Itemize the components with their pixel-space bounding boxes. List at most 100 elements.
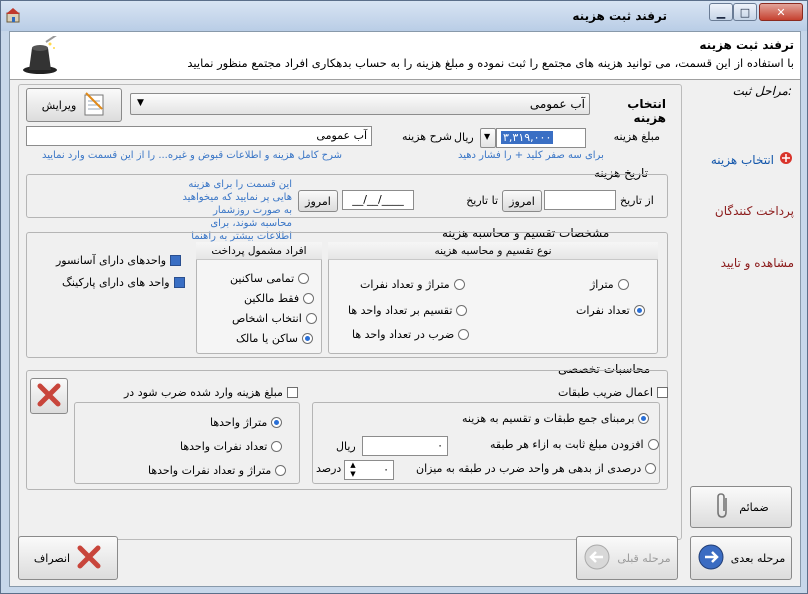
checkbox[interactable] [173,277,185,288]
option-label: درصدی از بدهی هر واحد ضرب در طبقه به میز… [416,462,642,475]
previous-step-button[interactable]: مرحله قبلی [576,536,678,580]
persons-option[interactable]: ساکن یا مالک [236,332,314,345]
next-step-button[interactable]: مرحله بعدی [690,536,792,580]
radio-button[interactable] [458,329,470,340]
step-payers[interactable]: پرداخت کنندگان [715,204,794,218]
radio-button[interactable] [617,279,629,290]
fixed-amount-value: ۰ [437,439,443,452]
attachments-button[interactable]: ضمائم [690,486,792,528]
today-label: امروز [305,194,331,208]
option-label: مبلغ هزینه وارد شده ضرب شود در [124,386,283,399]
floor-option[interactable]: درصدی از بدهی هر واحد ضرب در طبقه به میز… [416,462,657,475]
arrow-right-icon [697,543,725,574]
description-label: شرح هزینه [401,130,452,143]
wizard-client: ترفند ثبت هزینه با استفاده از این قسمت، … [9,31,801,587]
radio-button[interactable] [647,439,659,450]
description-hint: شرح کامل هزینه و اطلاعات قبوض و غیره... … [42,150,342,161]
amount-field[interactable]: ۳,۳۱۹,۰۰۰ [496,128,586,148]
radio-button[interactable] [638,413,650,424]
radio-button[interactable] [453,279,465,290]
radio-button[interactable] [456,305,468,316]
option-label: ساکن یا مالک [236,332,299,345]
date-to-label: تا تاریخ [466,194,498,207]
radio-button[interactable] [271,417,283,428]
edit-label: ویرایش [41,98,77,112]
persons-option[interactable]: تمامی ساکنین [230,272,310,285]
percent-spinner[interactable]: ▲ ▼ [348,461,358,479]
checkbox[interactable] [656,387,668,398]
radio-button[interactable] [275,465,287,476]
option-label: تعداد نفرات [576,304,630,317]
date-to-field[interactable]: __/__/____ [342,190,414,210]
cancel-button[interactable]: انصراف [18,536,118,580]
wizard-step-icon [778,150,794,169]
previous-step-label: مرحله قبلی [617,551,671,565]
floor-coef-check[interactable]: اعمال ضریب طبقات [558,386,668,399]
today-button[interactable]: امروز [298,190,338,212]
delete-button[interactable] [30,378,68,414]
multiply-option[interactable]: تعداد نفرات واحدها [180,440,283,453]
minimize-button[interactable]: ▁ [709,3,733,21]
maximize-button[interactable]: □ [733,3,757,21]
date-from-field[interactable] [544,190,616,210]
amount-currency: ریال [454,131,474,144]
expense-select[interactable]: آب عمومی ▼ [130,93,590,115]
amount-label: مبلغ هزینه [613,130,660,143]
persons-option[interactable]: فقط مالکین [244,292,315,305]
calc-type-option[interactable]: ضرب در تعداد واحد ها [352,328,470,341]
radio-button[interactable] [302,333,314,344]
radio-button[interactable] [298,273,310,284]
radio-button[interactable] [271,441,283,452]
step-select-expense[interactable]: انتخاب هزینه [711,150,794,169]
checkbox[interactable] [170,255,182,266]
steps-title: مراحل ثبت: [732,84,793,98]
window-title: ترفند ثبت هزینه [572,9,667,23]
option-label: متراژ و تعداد نفرات واحدها [148,464,272,477]
red-x-icon [36,382,62,411]
spin-down-icon[interactable]: ▼ [348,470,358,479]
parking-units-check[interactable]: واحد های دارای پارکینگ [62,276,185,289]
select-expense-label: انتخاب هزینه [627,97,666,125]
close-button[interactable]: ✕ [759,3,803,21]
calc-type-option[interactable]: متراژ [590,278,629,291]
calc-type-option[interactable]: تقسیم بر تعداد واحد ها [348,304,468,317]
description-field[interactable]: آب عمومی [26,126,372,146]
option-label: واحدهای دارای آسانسور [56,254,167,267]
option-label: افزودن مبلغ ثابت به ازاء هر طبقه [490,438,644,451]
amount-dropdown[interactable]: ▼ [480,128,496,148]
option-label: برمبنای جمع طبقات و تقسیم به هزینه [462,412,635,425]
checkbox[interactable] [286,387,298,398]
calc-type-option[interactable]: تعداد نفرات [576,304,645,317]
amount-value: ۳,۳۱۹,۰۰۰ [501,131,554,144]
option-label: متراژ [590,278,614,291]
percent-unit: درصد [316,462,342,475]
expense-select-value: آب عمومی [529,97,585,111]
radio-button[interactable] [645,463,657,474]
spin-up-icon[interactable]: ▲ [348,461,358,470]
floor-option[interactable]: برمبنای جمع طبقات و تقسیم به هزینه [462,412,650,425]
calc-type-option[interactable]: متراژ و تعداد نفرات [360,278,465,291]
attachments-label: ضمائم [739,500,769,514]
red-x-icon [76,544,102,573]
floor-option[interactable]: افزودن مبلغ ثابت به ازاء هر طبقه [490,438,659,451]
description-value: آب عمومی [316,129,367,142]
option-label: ضرب در تعداد واحد ها [352,328,455,341]
multiply-check[interactable]: مبلغ هزینه وارد شده ضرب شود در [124,386,298,399]
radio-button[interactable] [305,313,317,324]
header-title: ترفند ثبت هزینه [699,38,794,52]
calc-type-title: نوع تقسیم و محاسبه هزینه [328,242,658,260]
date-to-value: __/__/____ [352,193,404,206]
elevator-units-check[interactable]: واحدهای دارای آسانسور [56,254,182,267]
option-label: تقسیم بر تعداد واحد ها [348,304,453,317]
arrow-left-icon [583,543,611,574]
step-review-confirm[interactable]: مشاهده و تایید [721,256,794,270]
radio-button[interactable] [303,293,315,304]
fixed-amount-field[interactable]: ۰ [362,436,448,456]
edit-button[interactable]: ویرایش [26,88,122,122]
multiply-option[interactable]: متراژ واحدها [210,416,283,429]
persons-option[interactable]: انتخاب اشخاص [232,312,317,325]
radio-button[interactable] [633,305,645,316]
header-description: با استفاده از این قسمت، می توانید هزینه … [187,56,794,70]
multiply-option[interactable]: متراژ و تعداد نفرات واحدها [148,464,287,477]
today-button[interactable]: امروز [502,190,542,212]
